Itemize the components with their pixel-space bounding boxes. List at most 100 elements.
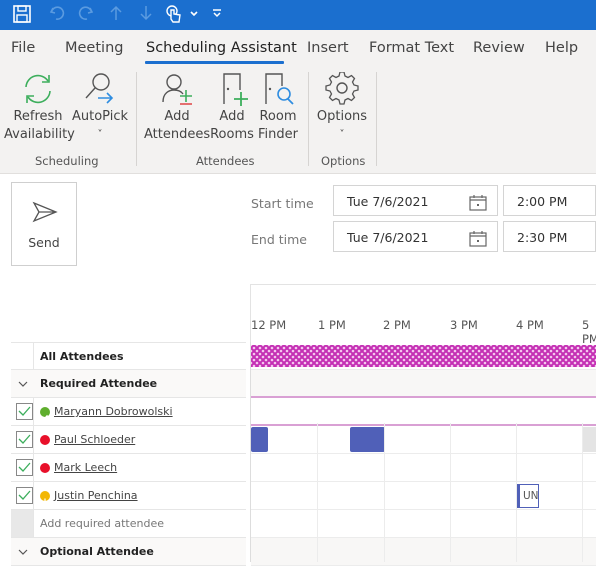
attendee-name-link[interactable]: Maryann Dobrowolski — [54, 405, 173, 418]
busy-block — [251, 427, 268, 452]
ribbon: Refresh Availability AutoPick ˅ Scheduli… — [0, 66, 596, 174]
tentative-block: UN — [516, 484, 539, 508]
save-icon[interactable] — [12, 4, 32, 30]
undo-icon[interactable] — [48, 4, 66, 28]
start-date-value: Tue 7/6/2021 — [347, 194, 429, 209]
chevron-down-icon[interactable] — [18, 380, 28, 388]
add-required-attendee-input[interactable]: Add required attendee — [40, 517, 164, 530]
add-attendee-timeline-row — [251, 510, 596, 538]
attendee-name-link[interactable]: Mark Leech — [54, 461, 117, 474]
hour-label: 2 PM — [383, 318, 411, 332]
busy-block — [350, 427, 385, 452]
end-date-field[interactable]: Tue 7/6/2021 — [333, 221, 498, 252]
refresh-icon — [25, 74, 51, 104]
hour-gridline — [582, 423, 583, 562]
send-icon — [32, 201, 58, 223]
attendee-checkbox[interactable] — [16, 487, 33, 504]
refresh-availability-button[interactable]: Refresh Availability — [4, 72, 75, 144]
required-group-header[interactable]: Required Attendee — [11, 370, 246, 398]
customize-toolbar-icon[interactable] — [211, 4, 223, 28]
all-attendees-row: All Attendees — [11, 342, 246, 370]
ribbon-separator — [136, 72, 137, 166]
send-button[interactable]: Send — [11, 182, 77, 266]
availability-timeline[interactable]: UN — [250, 342, 596, 566]
available-status-icon — [40, 407, 50, 420]
add-rooms-button[interactable]: Add Rooms — [209, 72, 255, 144]
options-chevron-icon: ˅ — [339, 129, 345, 140]
tab-scheduling-assistant[interactable]: Scheduling Assistant — [146, 40, 297, 56]
attendee-name-link[interactable]: Justin Penchina — [54, 489, 138, 502]
tab-insert[interactable]: Insert — [307, 40, 349, 56]
attendee-checkbox[interactable] — [16, 403, 33, 420]
add-attendees-label-line2: Attendees — [144, 127, 211, 142]
add-attendees-button[interactable]: Add Attendees — [144, 72, 210, 144]
tab-help[interactable]: Help — [545, 40, 578, 56]
redo-icon[interactable] — [77, 4, 95, 28]
ribbon-separator — [308, 72, 309, 166]
up-arrow-icon[interactable] — [109, 4, 123, 28]
attendee-row: Maryann Dobrowolski — [11, 398, 246, 426]
hour-gridline — [516, 423, 517, 562]
options-button[interactable]: Options ˅ — [314, 72, 370, 144]
busy-status-icon — [40, 463, 50, 473]
attendee-checkbox[interactable] — [16, 431, 33, 448]
optional-group-label: Optional Attendee — [40, 545, 154, 558]
add-rooms-icon — [223, 73, 248, 106]
row-gutter — [11, 510, 34, 537]
add-rooms-label-line1: Add — [219, 109, 245, 124]
required-group-timeline-row — [251, 370, 596, 398]
end-time-field[interactable]: 2:30 PM — [503, 221, 596, 252]
tab-file[interactable]: File — [11, 40, 35, 56]
away-status-icon — [40, 491, 50, 503]
tab-review[interactable]: Review — [473, 40, 525, 56]
all-attendees-label: All Attendees — [40, 350, 124, 363]
refresh-label-line1: Refresh — [13, 109, 63, 124]
end-time-label: End time — [251, 232, 307, 247]
tab-meeting[interactable]: Meeting — [65, 40, 123, 56]
autopick-icon — [85, 73, 114, 104]
ribbon-separator — [376, 72, 377, 166]
tab-format-text[interactable]: Format Text — [369, 40, 454, 56]
attendee-row: Justin Penchina — [11, 482, 246, 510]
required-group-label: Required Attendee — [40, 377, 158, 390]
chevron-down-icon[interactable] — [189, 4, 199, 28]
gear-icon — [325, 72, 359, 105]
add-rooms-label-line2: Rooms — [210, 127, 254, 142]
add-attendees-icon — [162, 74, 192, 105]
options-label: Options — [316, 109, 368, 124]
hour-gridline — [317, 423, 318, 562]
attendee-timeline-row — [251, 398, 596, 426]
attendee-name-link[interactable]: Paul Schloeder — [54, 433, 135, 446]
send-label: Send — [28, 235, 60, 250]
options-group-label: Options — [321, 154, 366, 168]
room-finder-button[interactable]: Room Finder — [256, 72, 300, 144]
room-finder-label-line2: Finder — [258, 127, 298, 142]
autopick-label: AutoPick — [71, 109, 129, 124]
calendar-icon[interactable] — [469, 194, 487, 211]
all-attendees-timeline-row — [251, 342, 596, 370]
room-finder-icon — [265, 73, 294, 105]
touch-mode-icon[interactable] — [165, 4, 183, 30]
calendar-icon[interactable] — [469, 230, 487, 247]
active-tab-indicator — [145, 61, 284, 64]
autopick-button[interactable]: AutoPick ˅ — [70, 72, 130, 144]
timeline-header — [250, 284, 596, 342]
add-attendees-label-line1: Add — [164, 109, 190, 124]
attendees-group-label: Attendees — [196, 154, 255, 168]
attendee-checkbox[interactable] — [16, 459, 33, 476]
down-arrow-icon[interactable] — [139, 4, 153, 28]
hour-label: 1 PM — [318, 318, 346, 332]
start-time-field[interactable]: 2:00 PM — [503, 185, 596, 216]
start-date-field[interactable]: Tue 7/6/2021 — [333, 185, 498, 216]
meeting-time-block — [251, 345, 596, 367]
attendee-timeline-row: UN — [251, 482, 596, 510]
room-finder-label-line1: Room — [259, 109, 297, 124]
chevron-down-icon[interactable] — [18, 548, 28, 556]
start-time-value: 2:00 PM — [517, 194, 568, 209]
hour-label: 3 PM — [450, 318, 478, 332]
attendee-row: Paul Schloeder — [11, 426, 246, 454]
row-gutter — [11, 343, 34, 370]
quick-access-toolbar — [0, 0, 596, 30]
hour-gridline — [384, 423, 385, 562]
attendee-timeline-row — [251, 454, 596, 482]
